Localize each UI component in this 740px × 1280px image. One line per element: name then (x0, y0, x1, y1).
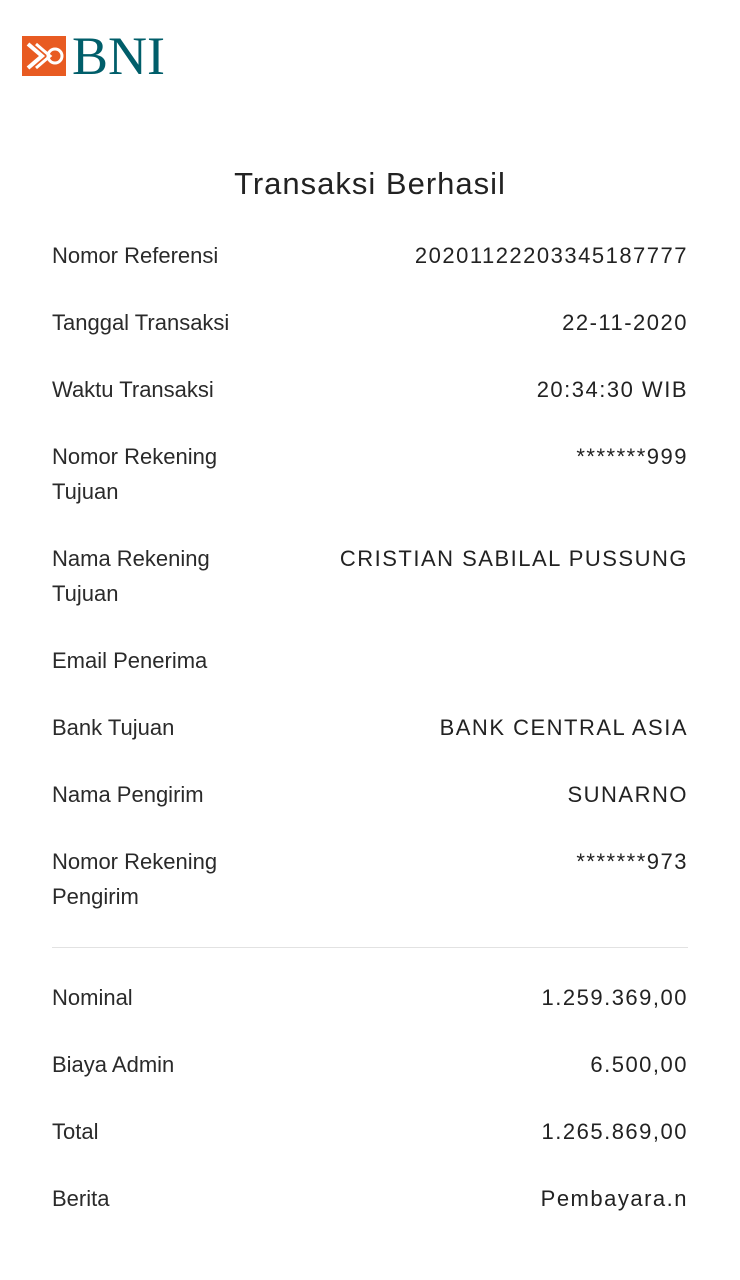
detail-value: SUNARNO (567, 782, 688, 807)
detail-row-sender-name: Nama Pengirim SUNARNO (52, 777, 688, 812)
detail-row-reference-number: Nomor Referensi 20201122203345187777 (52, 238, 688, 273)
detail-value: *******973 (576, 849, 688, 874)
detail-row-sender-account-number: Nomor Rekening Pengirim *******973 (52, 844, 688, 914)
detail-value: BANK CENTRAL ASIA (439, 715, 688, 740)
amount-value: 1.265.869,00 (541, 1119, 688, 1144)
detail-value: 20201122203345187777 (414, 243, 688, 268)
detail-label: Nama Pengirim (52, 782, 204, 807)
amount-label: Biaya Admin (52, 1052, 175, 1077)
detail-value: 22-11-2020 (562, 310, 688, 335)
bni-logo-mark-icon (22, 36, 66, 76)
detail-row-destination-bank: Bank Tujuan BANK CENTRAL ASIA (52, 710, 688, 745)
amount-value: 6.500,00 (590, 1052, 688, 1077)
amount-row-admin-fee: Biaya Admin 6.500,00 (52, 1047, 688, 1082)
detail-label: Bank Tujuan (52, 715, 175, 740)
amount-row-nominal: Nominal 1.259.369,00 (52, 980, 688, 1015)
detail-row-recipient-email: Email Penerima (52, 643, 688, 678)
amount-row-total: Total 1.265.869,00 (52, 1114, 688, 1149)
detail-label: Waktu Transaksi (52, 377, 214, 402)
detail-label: Nomor Rekening Pengirim (52, 849, 218, 909)
detail-row-destination-account-number: Nomor Rekening Tujuan *******999 (52, 439, 688, 509)
amount-label: Nominal (52, 985, 133, 1010)
detail-value: 20:34:30 WIB (536, 377, 688, 402)
section-divider (52, 947, 688, 948)
detail-value: CRISTIAN SABILAL PUSSUNG (339, 546, 688, 571)
detail-row-transaction-time: Waktu Transaksi 20:34:30 WIB (52, 372, 688, 407)
transaction-details: Nomor Referensi 20201122203345187777 Tan… (52, 238, 688, 1216)
detail-value: *******999 (576, 444, 688, 469)
detail-label: Tanggal Transaksi (52, 310, 230, 335)
amount-value: 1.259.369,00 (541, 985, 688, 1010)
detail-label: Nama Rekening Tujuan (52, 546, 210, 606)
detail-label: Nomor Referensi (52, 243, 219, 268)
bni-logo: BNI (22, 26, 165, 86)
amount-label: Total (52, 1119, 99, 1144)
detail-row-transaction-date: Tanggal Transaksi 22-11-2020 (52, 305, 688, 340)
bni-logo-text: BNI (72, 26, 165, 86)
amount-label: Berita (52, 1186, 110, 1211)
amount-value: Pembayara.n (540, 1186, 688, 1211)
amount-row-note: Berita Pembayara.n (52, 1181, 688, 1216)
detail-row-destination-account-name: Nama Rekening Tujuan CRISTIAN SABILAL PU… (52, 541, 688, 611)
detail-label: Email Penerima (52, 648, 208, 673)
detail-label: Nomor Rekening Tujuan (52, 444, 218, 504)
page-title: Transaksi Berhasil (234, 166, 506, 201)
